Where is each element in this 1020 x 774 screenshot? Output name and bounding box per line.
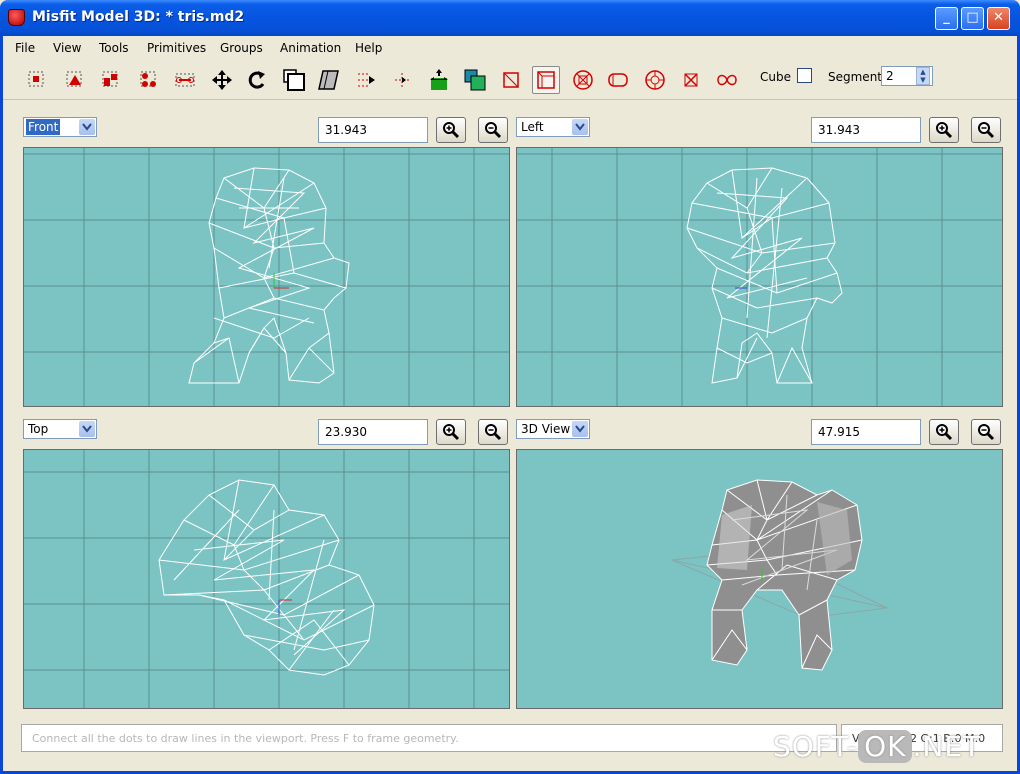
zoom-level-input[interactable]: 47.915: [811, 419, 921, 445]
select-bones-icon[interactable]: [171, 66, 199, 94]
menu-animation[interactable]: Animation: [280, 41, 341, 55]
perspective-view-controls: 3D View 47.915: [516, 419, 1002, 445]
menu-groups[interactable]: Groups: [220, 41, 263, 55]
left-view-controls: Left 31.943: [516, 117, 1002, 143]
add-bone-joint-icon[interactable]: [425, 66, 453, 94]
zoom-out-icon: [485, 122, 502, 139]
zoom-out-button[interactable]: [478, 117, 508, 143]
view-mode-select[interactable]: Top: [23, 419, 97, 439]
chevron-down-icon[interactable]: [79, 421, 95, 437]
status-message: Connect all the dots to draw lines in th…: [21, 724, 837, 752]
minimize-button[interactable]: _: [935, 7, 958, 30]
cube-label: Cube: [760, 70, 791, 84]
select-faces-icon[interactable]: [61, 66, 89, 94]
select-vertices-icon[interactable]: [23, 66, 51, 94]
zoom-in-button[interactable]: [929, 117, 959, 143]
title-bar[interactable]: Misfit Model 3D: * tris.md2 _ □ ✕: [0, 0, 1020, 36]
watermark-ok: OK: [858, 730, 913, 763]
watermark: SOFT- OK .NET: [773, 730, 981, 763]
zoom-out-icon: [978, 424, 995, 441]
zoom-out-button[interactable]: [971, 117, 1001, 143]
segment-label: Segment: [828, 70, 882, 84]
add-point-icon[interactable]: [461, 66, 489, 94]
zoom-in-icon: [936, 424, 953, 441]
view-mode-value: Top: [28, 422, 49, 436]
view-mode-value: Left: [521, 120, 544, 134]
perspective-model: [670, 479, 889, 671]
front-view-controls: Front 31.943: [23, 117, 509, 143]
zoom-out-button[interactable]: [971, 419, 1001, 445]
menu-bar: File View Tools Primitives Groups Animat…: [3, 36, 1017, 60]
zoom-in-icon: [443, 424, 460, 441]
perspective-viewport[interactable]: [516, 449, 1003, 709]
view-mode-value: 3D View: [521, 422, 571, 436]
left-wireframe: [517, 148, 1002, 406]
menu-tools[interactable]: Tools: [99, 41, 129, 55]
draw-torus-icon[interactable]: [641, 66, 669, 94]
zoom-level-input[interactable]: 31.943: [811, 117, 921, 143]
zoom-level-input[interactable]: 31.943: [318, 117, 428, 143]
draw-cube-icon[interactable]: [532, 66, 560, 94]
shear-icon[interactable]: [315, 66, 343, 94]
zoom-in-button[interactable]: [436, 419, 466, 445]
view-mode-select[interactable]: Front: [23, 117, 97, 137]
move-icon[interactable]: [208, 66, 236, 94]
draw-ellipse-icon[interactable]: [677, 66, 705, 94]
top-view-controls: Top 23.930: [23, 419, 509, 445]
menu-file[interactable]: File: [15, 41, 35, 55]
select-groups-icon[interactable]: [135, 66, 163, 94]
watermark-right: .NET: [912, 730, 982, 763]
rotate-icon[interactable]: [243, 66, 271, 94]
chevron-down-icon[interactable]: [572, 421, 588, 437]
draw-rectangle-icon[interactable]: [497, 66, 525, 94]
menu-view[interactable]: View: [53, 41, 81, 55]
close-button[interactable]: ✕: [987, 7, 1010, 30]
top-wireframe: [24, 450, 509, 708]
zoom-out-icon: [978, 122, 995, 139]
view-mode-value: Front: [26, 119, 61, 135]
front-viewport[interactable]: [23, 147, 510, 407]
menu-primitives[interactable]: Primitives: [147, 41, 206, 55]
left-viewport[interactable]: [516, 147, 1003, 407]
front-wireframe: [24, 148, 509, 406]
zoom-in-button[interactable]: [929, 419, 959, 445]
maximize-button[interactable]: □: [961, 7, 984, 30]
menu-help[interactable]: Help: [355, 41, 382, 55]
zoom-out-icon: [485, 424, 502, 441]
app-logo-icon: [8, 9, 25, 26]
top-viewport[interactable]: [23, 449, 510, 709]
window-title: Misfit Model 3D: * tris.md2: [32, 9, 245, 25]
add-vertex-icon[interactable]: [388, 66, 416, 94]
chevron-down-icon[interactable]: [572, 119, 588, 135]
tool-toolbar: Cube Segment 2 ▲ ▼: [3, 60, 1017, 100]
zoom-in-icon: [936, 122, 953, 139]
view-mode-select[interactable]: 3D View: [516, 419, 590, 439]
zoom-in-button[interactable]: [436, 117, 466, 143]
app-window: Misfit Model 3D: * tris.md2 _ □ ✕ File V…: [0, 0, 1020, 774]
extrude-icon[interactable]: [353, 66, 381, 94]
draw-cylinder-icon[interactable]: [604, 66, 632, 94]
view-mode-select[interactable]: Left: [516, 117, 590, 137]
zoom-in-icon: [443, 122, 460, 139]
zoom-level-input[interactable]: 23.930: [318, 419, 428, 445]
select-connected-icon[interactable]: [97, 66, 125, 94]
segment-spinner[interactable]: ▲ ▼: [916, 67, 930, 85]
chevron-down-icon[interactable]: [79, 119, 95, 135]
cube-checkbox[interactable]: [797, 68, 812, 83]
draw-sphere-icon[interactable]: [569, 66, 597, 94]
watermark-left: SOFT-: [773, 730, 859, 763]
scale-icon[interactable]: [280, 66, 308, 94]
zoom-out-button[interactable]: [478, 419, 508, 445]
draw-link-icon[interactable]: [713, 66, 741, 94]
